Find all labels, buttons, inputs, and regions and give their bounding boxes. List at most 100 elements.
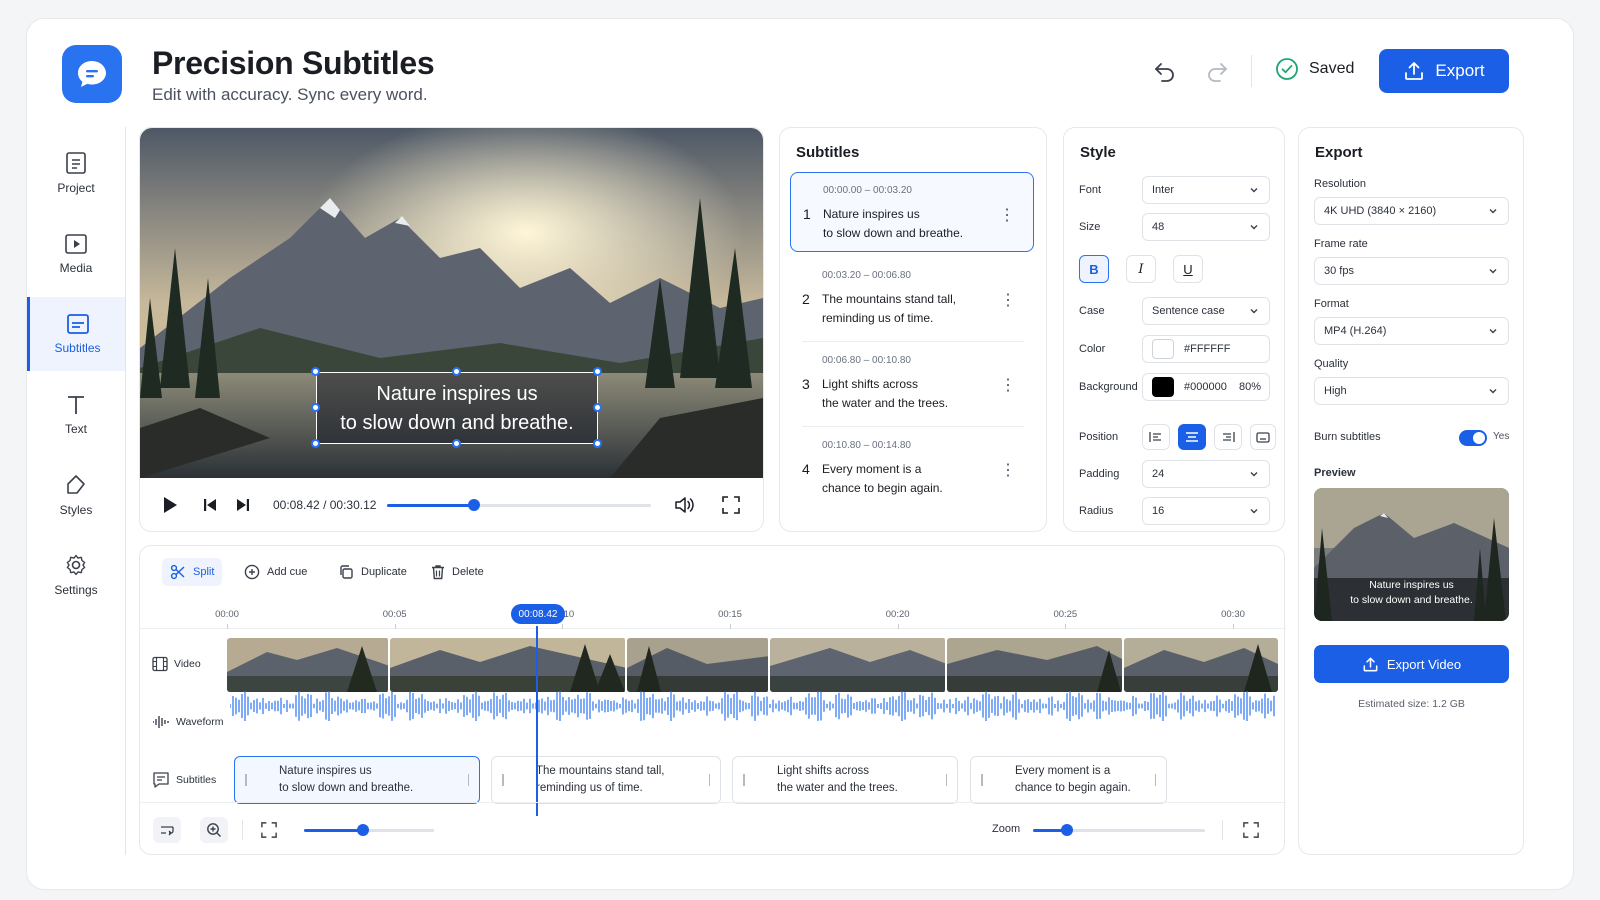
delete-tool[interactable]: Delete — [423, 558, 492, 586]
cue-item[interactable]: 00:06.80 – 00:10.80 3 Light shifts acros… — [790, 343, 1034, 423]
resize-handle[interactable] — [311, 439, 320, 448]
sidebar-item-project[interactable]: Project — [27, 137, 125, 209]
resize-handle[interactable] — [593, 439, 602, 448]
playhead-line[interactable] — [536, 626, 538, 816]
padding-select[interactable]: 24 — [1142, 460, 1270, 488]
resize-handle[interactable] — [452, 439, 461, 448]
format-select[interactable]: MP4 (H.264) — [1314, 317, 1509, 345]
snap-button[interactable] — [153, 817, 181, 843]
font-label: Font — [1079, 184, 1102, 196]
video-thumbnail[interactable] — [390, 638, 627, 692]
resize-handle[interactable] — [311, 403, 320, 412]
clip-grip-handle[interactable] — [946, 774, 947, 786]
more-options-icon[interactable]: ⋮ — [1000, 290, 1016, 310]
case-select[interactable]: Sentence case — [1142, 297, 1270, 325]
resize-handle[interactable] — [593, 403, 602, 412]
clip-grip-handle[interactable] — [981, 774, 983, 786]
delete-label: Delete — [452, 566, 484, 578]
font-select[interactable]: Inter — [1142, 176, 1270, 204]
resize-handle[interactable] — [311, 367, 320, 376]
framerate-select[interactable]: 30 fps — [1314, 257, 1509, 285]
sidebar-item-text[interactable]: Text — [27, 379, 125, 451]
clip-grip-handle[interactable] — [1155, 774, 1156, 786]
page-title: Precision Subtitles — [152, 45, 435, 81]
ruler-tick-label: 00:15 — [718, 609, 742, 620]
burn-subtitles-toggle[interactable] — [1459, 430, 1487, 446]
background-label: Background — [1079, 381, 1138, 393]
cue-item[interactable]: 00:03.20 – 00:06.80 2 The mountains stan… — [790, 258, 1034, 338]
background-picker[interactable]: #000000 80% — [1142, 373, 1270, 401]
fit-button[interactable] — [256, 817, 282, 843]
undo-button[interactable] — [1149, 55, 1181, 87]
cue-time: 00:00.00 – 00:03.20 — [823, 185, 912, 196]
clip-grip-handle[interactable] — [245, 774, 247, 786]
color-picker[interactable]: #FFFFFF — [1142, 335, 1270, 363]
quality-select[interactable]: High — [1314, 377, 1509, 405]
cue-item[interactable]: 00:00.00 – 00:03.20 1 Nature inspires us… — [790, 172, 1034, 252]
video-thumbnail[interactable] — [1124, 638, 1278, 692]
wrap-icon — [161, 826, 174, 836]
sidebar-item-styles[interactable]: Styles — [27, 459, 125, 531]
clip-grip-handle[interactable] — [709, 774, 710, 786]
caption-overlay[interactable]: Nature inspires us to slow down and brea… — [316, 372, 598, 444]
resize-handle[interactable] — [593, 367, 602, 376]
size-select[interactable]: 48 — [1142, 213, 1270, 241]
add-cue-tool[interactable]: Add cue — [236, 558, 315, 586]
volume-button[interactable] — [672, 494, 696, 516]
more-options-icon[interactable]: ⋮ — [1000, 375, 1016, 395]
subtitle-clip[interactable]: Light shifts across the water and the tr… — [732, 756, 958, 804]
zoom-in-button[interactable] — [200, 817, 228, 843]
play-button[interactable] — [160, 495, 180, 515]
safe-area-button[interactable] — [1250, 424, 1276, 450]
italic-button[interactable]: I — [1126, 255, 1156, 283]
video-thumbnail[interactable] — [947, 638, 1124, 692]
duplicate-tool[interactable]: Duplicate — [330, 558, 415, 586]
video-frame[interactable]: Nature inspires us to slow down and brea… — [140, 128, 763, 478]
clip-line-1: Light shifts across — [777, 765, 870, 777]
chevron-down-icon — [1250, 472, 1258, 477]
sidebar-item-media[interactable]: Media — [27, 218, 125, 290]
cue-divider — [802, 426, 1024, 427]
cue-item[interactable]: 00:10.80 – 00:14.80 4 Every moment is a … — [790, 428, 1034, 508]
radius-select[interactable]: 16 — [1142, 497, 1270, 525]
subtitle-clip[interactable]: Nature inspires us to slow down and brea… — [234, 756, 480, 804]
clip-grip-handle[interactable] — [468, 774, 469, 786]
skip-back-button[interactable] — [200, 495, 220, 515]
clip-grip-handle[interactable] — [743, 774, 745, 786]
skip-forward-button[interactable] — [233, 495, 253, 515]
duplicate-label: Duplicate — [361, 566, 407, 578]
case-value: Sentence case — [1152, 305, 1225, 317]
clip-grip-handle[interactable] — [502, 774, 504, 786]
clip-line-2: the water and the trees. — [777, 782, 898, 794]
redo-button[interactable] — [1201, 55, 1233, 87]
align-left-button[interactable] — [1142, 424, 1170, 450]
video-thumbnail[interactable] — [770, 638, 947, 692]
bold-button[interactable]: B — [1079, 255, 1109, 283]
chevron-down-icon — [1489, 269, 1497, 274]
align-right-icon — [1223, 432, 1235, 442]
sidebar-item-settings[interactable]: Settings — [27, 539, 125, 611]
split-tool[interactable]: Split — [162, 558, 223, 586]
fullscreen-button[interactable] — [720, 494, 742, 516]
underline-button[interactable]: U — [1173, 255, 1203, 283]
export-video-button[interactable]: Export Video — [1314, 645, 1509, 683]
expand-timeline-button[interactable] — [1238, 817, 1264, 843]
video-thumbnail[interactable] — [627, 638, 770, 692]
align-center-button[interactable] — [1178, 424, 1206, 450]
align-right-button[interactable] — [1214, 424, 1242, 450]
subtitle-clip[interactable]: Every moment is a chance to begin again. — [970, 756, 1167, 804]
more-options-icon[interactable]: ⋮ — [999, 205, 1015, 225]
subtitle-clip[interactable]: The mountains stand tall, reminding us o… — [491, 756, 721, 804]
sidebar-item-subtitles[interactable]: Subtitles — [27, 297, 125, 371]
resize-handle[interactable] — [452, 367, 461, 376]
seek-bar-knob[interactable] — [468, 499, 481, 511]
timeline-footer: Zoom — [140, 802, 1286, 856]
scale-slider-knob[interactable] — [356, 824, 369, 836]
zoom-slider-knob[interactable] — [1061, 824, 1074, 836]
export-button[interactable]: Export — [1379, 49, 1509, 93]
video-thumbnail[interactable] — [227, 638, 390, 692]
more-options-icon[interactable]: ⋮ — [1000, 460, 1016, 480]
playhead-time[interactable]: 00:08.42 — [511, 604, 565, 624]
audio-waveform[interactable] — [230, 691, 1275, 721]
resolution-select[interactable]: 4K UHD (3840 × 2160) — [1314, 197, 1509, 225]
